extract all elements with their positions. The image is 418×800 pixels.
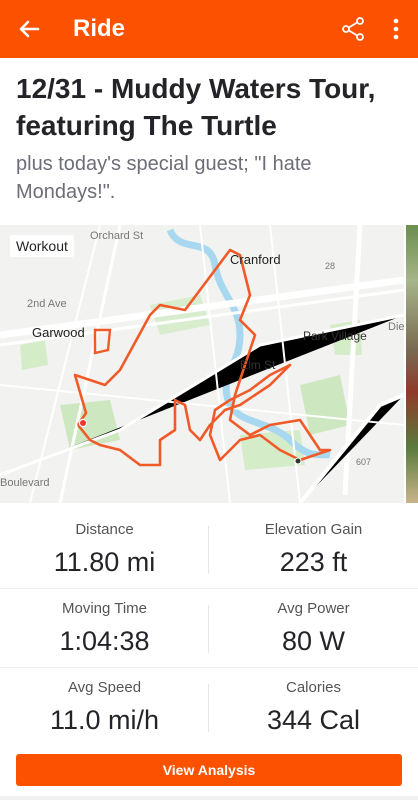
stat-calories: Calories 344 Cal xyxy=(209,678,418,738)
route-map[interactable]: Workout Cranford Garwood Park Village El… xyxy=(0,225,404,503)
activity-description: plus today's special guest; "I hate Mond… xyxy=(16,153,312,203)
map-label-park-village: Park Village xyxy=(303,329,367,343)
map-badge: Workout xyxy=(10,235,74,257)
stats-row: Avg Speed 11.0 mi/h Calories 344 Cal xyxy=(0,668,418,747)
view-analysis-button[interactable]: View Analysis xyxy=(16,754,402,786)
stat-value: 344 Cal xyxy=(266,705,361,735)
stat-label: Avg Speed xyxy=(67,679,142,696)
more-vertical-icon[interactable] xyxy=(388,15,404,43)
map-label-die: Die xyxy=(388,321,404,333)
stats-row: Moving Time 1:04:38 Avg Power 80 W xyxy=(0,589,418,668)
map-graphic xyxy=(0,225,404,503)
stat-value: 1:04:38 xyxy=(59,626,150,656)
map-label-boulevard: Boulevard xyxy=(0,477,50,489)
stat-label: Moving Time xyxy=(61,600,148,617)
photo-thumbnail[interactable] xyxy=(406,225,418,503)
screen-title: Ride xyxy=(73,15,126,42)
map-label-route-28: 28 xyxy=(325,261,336,271)
stat-avg-power: Avg Power 80 W xyxy=(209,599,418,659)
stats-grid: Distance 11.80 mi Elevation Gain 223 ft … xyxy=(0,510,418,747)
share-icon[interactable] xyxy=(340,16,366,42)
map-label-garwood: Garwood xyxy=(32,325,85,340)
stats-row: Distance 11.80 mi Elevation Gain 223 ft xyxy=(0,510,418,589)
map-label-cranford: Cranford xyxy=(230,252,281,267)
stat-label: Avg Power xyxy=(277,600,350,617)
stat-label: Calories xyxy=(285,679,342,696)
stat-label: Distance xyxy=(75,521,134,538)
bottom-divider xyxy=(0,796,418,800)
map-label-route-607: 607 xyxy=(356,457,372,467)
stat-value: 11.80 mi xyxy=(53,547,156,577)
arrow-left-icon[interactable] xyxy=(14,14,44,44)
stat-value: 11.0 mi/h xyxy=(49,705,160,735)
stat-value: 223 ft xyxy=(279,547,348,577)
stat-elevation-gain: Elevation Gain 223 ft xyxy=(209,520,418,580)
activity-title: 12/31 - Muddy Waters Tour, featuring The… xyxy=(16,73,376,141)
stat-label: Elevation Gain xyxy=(264,521,363,538)
map-label-orchard-st: Orchard St xyxy=(90,230,144,242)
app-bar: Ride xyxy=(0,0,418,58)
stat-value: 80 W xyxy=(281,626,346,656)
map-label-elm-st: Elm St xyxy=(240,358,276,372)
stat-avg-speed: Avg Speed 11.0 mi/h xyxy=(0,678,209,738)
map-label-2nd-ave: 2nd Ave xyxy=(27,298,67,310)
stat-distance: Distance 11.80 mi xyxy=(0,520,209,580)
stat-moving-time: Moving Time 1:04:38 xyxy=(0,599,209,659)
